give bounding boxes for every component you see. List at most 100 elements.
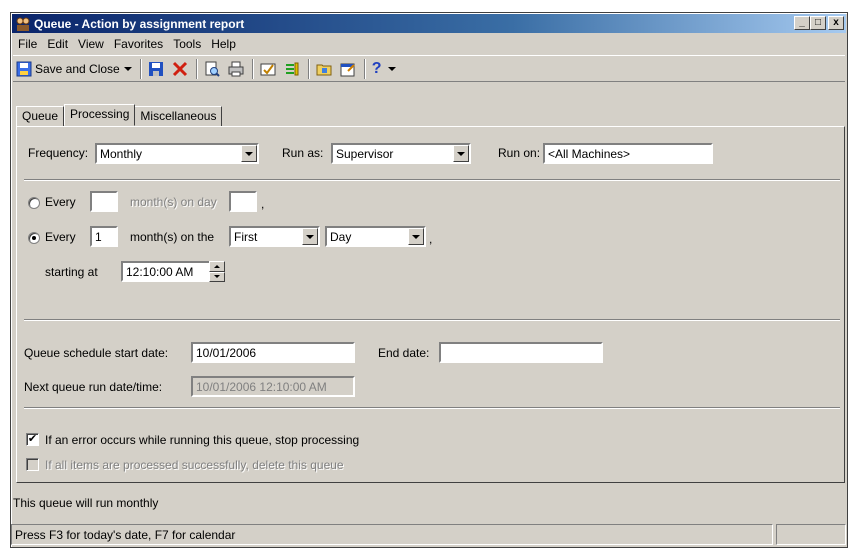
properties-button[interactable]: [281, 58, 303, 80]
close-button[interactable]: x: [828, 16, 844, 30]
day-type-dropdown-button[interactable]: [408, 228, 424, 245]
starting-at-field[interactable]: 12:10:00 AM: [121, 261, 211, 282]
run-as-dropdown-button[interactable]: [453, 145, 469, 162]
delete-queue-label: If all items are processed successfully,…: [45, 458, 344, 472]
help-icon: ?: [371, 59, 382, 77]
minimize-button[interactable]: _: [794, 16, 810, 30]
every-label-1: Every: [45, 195, 76, 209]
save-and-close-label: Save and Close: [35, 61, 120, 76]
maximize-button[interactable]: □: [810, 16, 826, 30]
menu-file[interactable]: File: [13, 37, 42, 51]
save-close-icon: [16, 61, 32, 77]
toolbar-separator: [195, 58, 198, 79]
open-folder-button[interactable]: [313, 58, 335, 80]
day-number-field[interactable]: [229, 191, 257, 212]
menu-view[interactable]: View: [73, 37, 109, 51]
print-button[interactable]: [225, 58, 247, 80]
toolbar-separator: [307, 58, 310, 79]
month-on-day-label: month(s) on day: [130, 195, 217, 209]
start-date-field[interactable]: 10/01/2006: [191, 342, 355, 363]
menu-help[interactable]: Help: [206, 37, 241, 51]
day-type-value: Day: [330, 230, 352, 244]
export-button[interactable]: [337, 58, 359, 80]
day-type-select[interactable]: Day: [325, 226, 426, 247]
arrow-up-icon: [214, 264, 220, 268]
tab-queue-label: Queue: [22, 109, 59, 123]
delete-icon: [172, 61, 188, 77]
save-icon: [148, 61, 164, 77]
frequency-dropdown-button[interactable]: [241, 145, 257, 162]
time-spinner[interactable]: [209, 261, 225, 282]
ordinal-dropdown-button[interactable]: [302, 228, 318, 245]
every-months-field-2[interactable]: 1: [90, 226, 118, 247]
window-title: Queue - Action by assignment report: [34, 16, 245, 31]
error-stop-checkbox[interactable]: ✔: [26, 433, 39, 446]
tab-miscellaneous-label: Miscellaneous: [140, 109, 217, 123]
run-on-label: Run on:: [498, 146, 541, 160]
status-extra: [776, 524, 846, 545]
run-on-field[interactable]: <All Machines>: [543, 143, 713, 164]
every-months-field-1[interactable]: [90, 191, 118, 212]
starting-at-label: starting at: [45, 265, 98, 279]
chevron-down-icon[interactable]: [387, 66, 396, 71]
next-run-field: 10/01/2006 12:10:00 AM: [191, 376, 355, 397]
menu-tools[interactable]: Tools: [168, 37, 206, 51]
chevron-down-icon: [245, 151, 253, 156]
processing-panel: Frequency: Monthly Run as: Supervisor Ru…: [16, 126, 845, 483]
month-on-the-label: month(s) on the: [130, 230, 215, 244]
toolbar-separator: [363, 58, 366, 79]
tab-processing-label: Processing: [70, 107, 130, 121]
properties-icon: [284, 61, 300, 77]
arrow-down-icon: [214, 275, 220, 279]
print-preview-icon: [204, 61, 220, 77]
toolbar-separator: [139, 58, 142, 79]
section-divider: [24, 319, 840, 321]
every-day-radio[interactable]: [28, 197, 40, 209]
comma-1: ,: [261, 197, 265, 211]
tab-queue[interactable]: Queue: [16, 106, 65, 126]
next-run-label: Next queue run date/time:: [24, 380, 163, 394]
toolbar: Save and Close ?: [13, 55, 845, 82]
run-as-select[interactable]: Supervisor: [331, 143, 471, 164]
spin-up-button[interactable]: [209, 261, 225, 272]
ordinal-select[interactable]: First: [229, 226, 320, 247]
check-list-icon: [260, 61, 276, 77]
print-preview-button[interactable]: [201, 58, 223, 80]
schedule-summary-text: This queue will run monthly: [13, 496, 159, 510]
start-date-label: Queue schedule start date:: [24, 346, 169, 360]
spin-down-button[interactable]: [209, 271, 225, 282]
spell-check-button[interactable]: [257, 58, 279, 80]
queue-window: Queue - Action by assignment report _ □ …: [10, 12, 848, 548]
every-on-the-radio[interactable]: [28, 232, 40, 244]
tab-processing[interactable]: Processing: [64, 104, 136, 126]
folder-icon: [316, 61, 332, 77]
frequency-select[interactable]: Monthly: [95, 143, 259, 164]
menu-edit[interactable]: Edit: [42, 37, 73, 51]
save-and-close-button[interactable]: Save and Close: [13, 58, 135, 80]
ordinal-value: First: [234, 230, 258, 244]
run-as-label: Run as:: [282, 146, 324, 160]
queue-app-icon: [15, 16, 31, 32]
section-divider: [24, 407, 840, 409]
title-bar[interactable]: Queue - Action by assignment report _ □ …: [12, 14, 846, 33]
export-icon: [340, 61, 356, 77]
comma-2: ,: [429, 232, 433, 246]
delete-queue-checkbox[interactable]: [26, 458, 39, 471]
end-date-field[interactable]: [439, 342, 603, 363]
help-button[interactable]: ?: [369, 58, 399, 80]
chevron-down-icon: [306, 234, 314, 239]
delete-button[interactable]: [169, 58, 191, 80]
save-button[interactable]: [145, 58, 167, 80]
chevron-down-icon[interactable]: [123, 66, 132, 71]
tab-strip: Queue Processing Miscellaneous: [16, 104, 223, 126]
menu-bar: File Edit View Favorites Tools Help: [13, 35, 241, 53]
end-date-label: End date:: [378, 346, 430, 360]
tab-miscellaneous[interactable]: Miscellaneous: [135, 106, 223, 126]
menu-favorites[interactable]: Favorites: [109, 37, 168, 51]
chevron-down-icon: [412, 234, 420, 239]
toolbar-separator: [251, 58, 254, 79]
frequency-label: Frequency:: [28, 146, 89, 160]
error-stop-label: If an error occurs while running this qu…: [45, 433, 360, 447]
run-as-value: Supervisor: [336, 147, 394, 161]
status-hint: Press F3 for today's date, F7 for calend…: [11, 524, 773, 545]
